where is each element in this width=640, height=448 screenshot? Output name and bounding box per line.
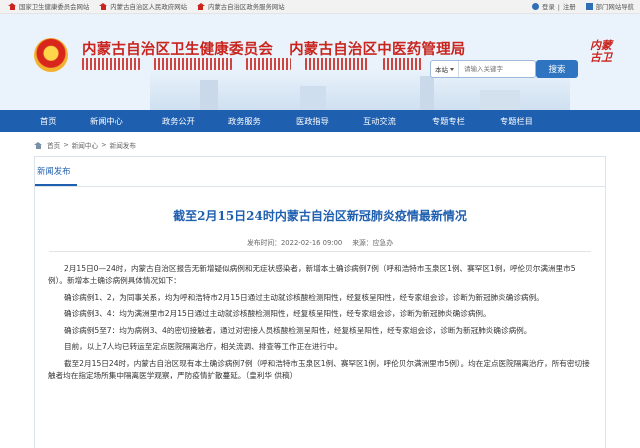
skyline-decoration: [480, 90, 520, 110]
mongolian-script-word: [82, 58, 141, 70]
breadcrumb-news-center[interactable]: 新闻中心: [72, 140, 98, 150]
section-label: 新闻发布: [35, 157, 77, 186]
register-link[interactable]: 注册: [563, 2, 576, 11]
mongolian-script-title: [82, 58, 422, 72]
search-scope-label: 本站: [435, 66, 448, 74]
meta-divider: [49, 251, 591, 252]
dept-portal-link[interactable]: 部门网站导航: [585, 2, 634, 11]
site-title[interactable]: 内蒙古自治区卫生健康委员会 内蒙古自治区中医药管理局: [82, 38, 466, 59]
account-links: 登录 | 注册 部门网站导航: [531, 2, 634, 11]
external-link-nhc[interactable]: 国家卫生健康委员会网站: [8, 2, 89, 11]
nav-item-gov-service[interactable]: 政务服务: [228, 115, 261, 127]
article-title: 截至2月15日24时内蒙古自治区新冠肺炎疫情最新情况: [173, 209, 467, 223]
home-icon: [99, 3, 108, 10]
calligraphy-logo: 内蒙 古卫: [590, 40, 620, 90]
main-nav: 首页 新闻中心 政务公开 政务服务 医政指导 互动交流 专题专栏 专题栏目: [0, 110, 640, 132]
login-link[interactable]: 登录: [542, 2, 555, 11]
calligraphy-line: 古卫: [590, 51, 612, 64]
external-link-label: 内蒙古自治区人民政府网站: [110, 3, 187, 11]
article-paragraph: 确诊病例5至7：均为病例3、4的密切接触者，通过对密接人员核酸检测呈阳性，经复核…: [64, 325, 532, 335]
source-value: 应急办: [372, 239, 393, 247]
article-paragraph: 确诊病例3、4：均为满洲里市2月15日通过主动就诊核酸检测阳性，经复核呈阳性，经…: [64, 309, 491, 318]
mongolian-script-word: [383, 58, 422, 70]
chevron-down-icon: [450, 67, 454, 71]
site-header: ★ 内蒙古自治区卫生健康委员会内蒙古自治区中医药管理局 本站 搜索 内蒙 古卫: [0, 14, 640, 110]
published-label: 发布时间：: [246, 239, 281, 247]
site-title-health: 内蒙古自治区卫生健康委员会: [82, 42, 274, 58]
external-link-gov[interactable]: 内蒙古自治区人民政府网站: [99, 2, 187, 11]
mongolian-script-word: [246, 58, 291, 70]
nav-item-news[interactable]: 新闻中心: [90, 115, 123, 127]
article-panel: 新闻发布 截至2月15日24时内蒙古自治区新冠肺炎疫情最新情况 发布时间：202…: [34, 156, 606, 448]
nav-item-topics[interactable]: 专题专栏: [432, 115, 465, 127]
home-icon: [196, 3, 205, 10]
article-meta: 发布时间：2022-02-16 09:00 来源：应急办: [35, 237, 605, 247]
nav-item-interaction[interactable]: 互动交流: [363, 115, 396, 127]
nav-item-home[interactable]: 首页: [40, 115, 56, 127]
nav-item-columns[interactable]: 专题栏目: [500, 115, 533, 127]
home-icon: [8, 3, 16, 10]
published-time: 2022-02-16 09:00: [280, 239, 343, 247]
search-input[interactable]: [459, 65, 519, 73]
mongolian-script-word: [304, 58, 370, 70]
external-links: 国家卫生健康委员会网站 内蒙古自治区人民政府网站 内蒙古自治区政务服务网站: [8, 2, 285, 11]
article-body: 2月15日0—24时，内蒙古自治区报告无新增疑似病例和无症状感染者，新增本土确诊…: [48, 263, 594, 386]
national-emblem-icon: [34, 38, 68, 72]
search-box: 本站: [430, 60, 536, 78]
search-scope-select[interactable]: 本站: [431, 61, 459, 77]
emblem-star-icon: ★: [47, 45, 56, 55]
nav-item-medical[interactable]: 医政指导: [296, 115, 329, 127]
breadcrumb-news-release[interactable]: 新闻发布: [110, 140, 136, 150]
skyline-decoration: [300, 86, 326, 110]
grid-icon: [585, 3, 593, 10]
external-link-label: 内蒙古自治区政务服务网站: [207, 3, 285, 11]
external-link-service[interactable]: 内蒙古自治区政务服务网站: [196, 2, 285, 11]
skyline-decoration: [200, 80, 218, 110]
article-paragraph: 截至2月15日24时，内蒙古自治区现有本土确诊病例7例（呼和浩特市玉泉区1例、赛…: [48, 358, 590, 380]
user-icon: [531, 3, 539, 10]
breadcrumb: 首页 > 新闻中心 > 新闻发布: [34, 140, 136, 150]
article-paragraph: 确诊病例1、2，为同事关系，均为呼和浩特市2月15日通过主动就诊核酸检测阳性，经…: [64, 292, 544, 302]
external-link-label: 国家卫生健康委员会网站: [19, 3, 90, 11]
login-register[interactable]: 登录 | 注册: [531, 2, 576, 11]
home-icon: [34, 141, 42, 149]
site-title-tcm: 内蒙古自治区中医药管理局: [289, 42, 466, 58]
article-paragraph: 目前，以上7人均已转运至定点医院隔离治疗，相关流调、排查等工作正在进行中。: [64, 342, 343, 351]
skyline-decoration: [420, 76, 434, 110]
mongolian-script-word: [154, 58, 233, 70]
search-button[interactable]: 搜索: [536, 60, 578, 78]
breadcrumb-separator: >: [101, 141, 107, 149]
article-paragraph: 2月15日0—24时，内蒙古自治区报告无新增疑似病例和无症状感染者，新增本土确诊…: [48, 264, 576, 285]
source-label: 来源：: [352, 239, 373, 247]
dept-portal-label: 部门网站导航: [595, 3, 634, 11]
top-utility-bar: 国家卫生健康委员会网站 内蒙古自治区人民政府网站 内蒙古自治区政务服务网站 登录…: [0, 0, 640, 14]
nav-item-gov-info[interactable]: 政务公开: [162, 115, 195, 127]
breadcrumb-separator: >: [63, 141, 69, 149]
breadcrumb-home[interactable]: 首页: [47, 140, 60, 150]
section-header: 新闻发布: [35, 157, 605, 187]
login-register-separator: |: [557, 2, 560, 11]
